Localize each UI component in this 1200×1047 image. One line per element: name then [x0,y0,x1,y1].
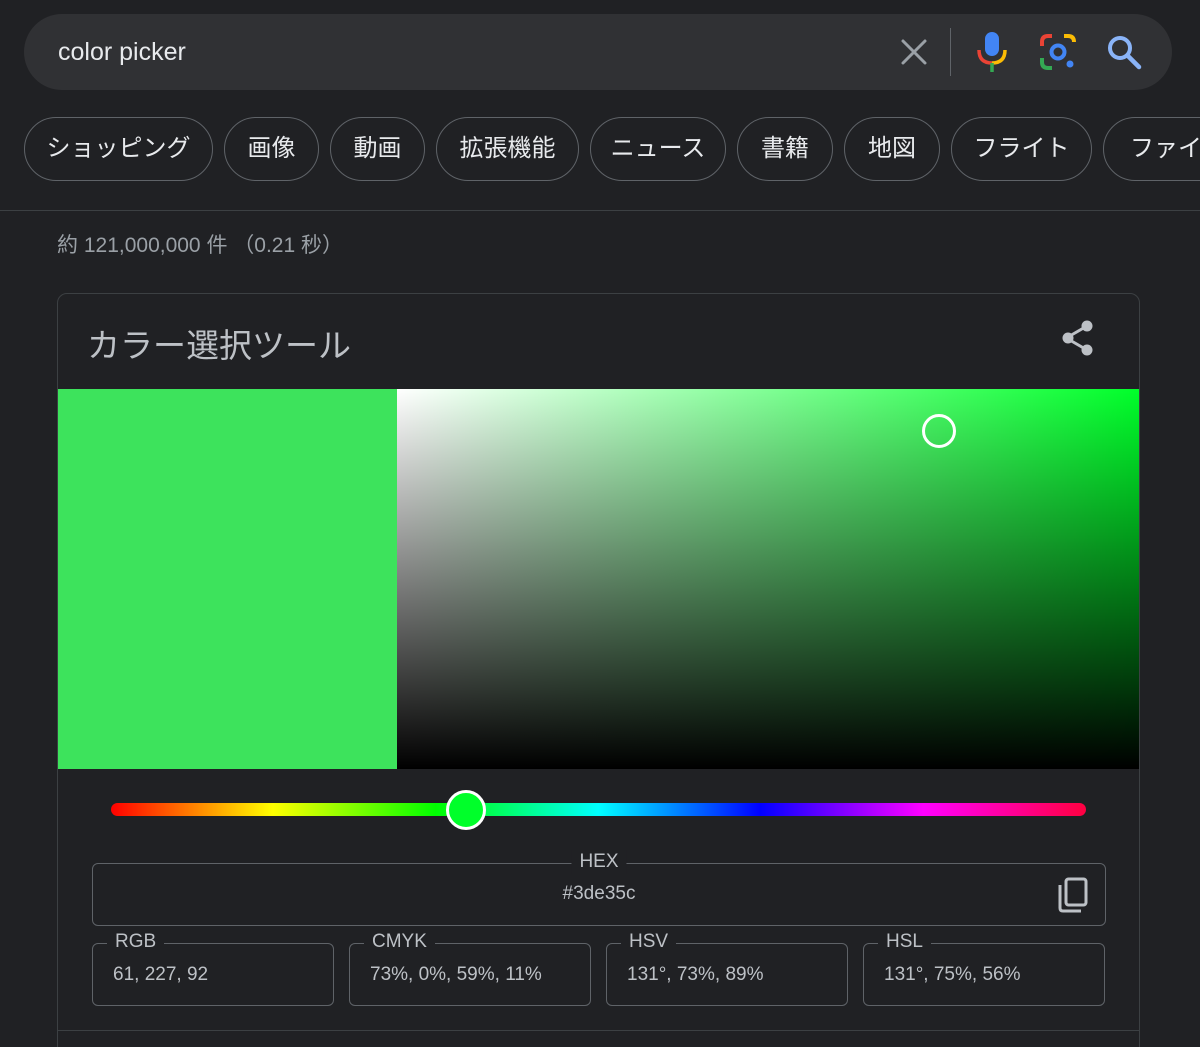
header-divider [0,210,1200,211]
hex-label: HEX [571,850,627,874]
chip-images[interactable]: 画像 [224,117,319,181]
microphone-icon[interactable] [974,30,1010,74]
search-icon[interactable] [1104,32,1144,72]
chip-news[interactable]: ニュース [590,117,726,181]
hsl-label: HSL [878,930,931,954]
cmyk-label: CMYK [364,930,435,954]
saturation-value-area[interactable] [397,389,1139,769]
result-stats: 約 121,000,000 件 （0.21 秒） [57,234,343,257]
chip-flights[interactable]: フライト [951,117,1092,181]
hue-slider-handle[interactable] [445,790,486,830]
hue-slider[interactable] [111,803,1086,816]
saturation-value-handle[interactable] [921,413,956,448]
card-section-divider [58,1030,1139,1031]
search-input[interactable]: color picker [58,36,186,68]
close-icon[interactable] [896,34,932,70]
google-lens-icon[interactable] [1038,32,1078,72]
color-picker-card: カラー選択ツール HEX #3de35c RGB 61, 227, 92 CMY… [57,293,1140,1047]
chip-shopping[interactable]: ショッピング [24,117,213,181]
search-filter-chips: ショッピング 画像 動画 拡張機能 ニュース 書籍 地図 フライト ファイナンス [24,117,1200,183]
search-bar[interactable]: color picker [24,14,1172,90]
chip-books[interactable]: 書籍 [737,117,833,181]
chip-extensions[interactable]: 拡張機能 [436,117,579,181]
cmyk-value-input[interactable]: 73%, 0%, 59%, 11% [370,963,542,987]
rgb-field[interactable]: RGB 61, 227, 92 [92,930,334,1006]
hsv-field[interactable]: HSV 131°, 73%, 89% [606,930,848,1006]
selected-color-swatch [58,389,397,769]
hsl-field[interactable]: HSL 131°, 75%, 56% [863,930,1105,1006]
share-icon[interactable] [1058,318,1098,358]
copy-icon[interactable] [1055,876,1091,914]
rgb-value-input[interactable]: 61, 227, 92 [113,963,208,987]
rgb-label: RGB [107,930,165,954]
hex-value-input[interactable]: #3de35c [93,882,1105,906]
hsv-value-input[interactable]: 131°, 73%, 89% [627,963,763,987]
chip-maps[interactable]: 地図 [844,117,940,181]
chip-finance[interactable]: ファイナンス [1103,117,1200,181]
hsv-label: HSV [621,930,677,954]
search-results-page: color picker ショッピング 画像 動画 拡張機能 ニュース 書籍 地… [0,0,1200,1047]
chip-videos[interactable]: 動画 [330,117,425,181]
hsl-value-input[interactable]: 131°, 75%, 56% [884,963,1020,987]
card-title: カラー選択ツール [87,327,351,364]
search-bar-divider [950,28,951,76]
hex-field[interactable]: HEX #3de35c [92,850,1106,926]
cmyk-field[interactable]: CMYK 73%, 0%, 59%, 11% [349,930,591,1006]
